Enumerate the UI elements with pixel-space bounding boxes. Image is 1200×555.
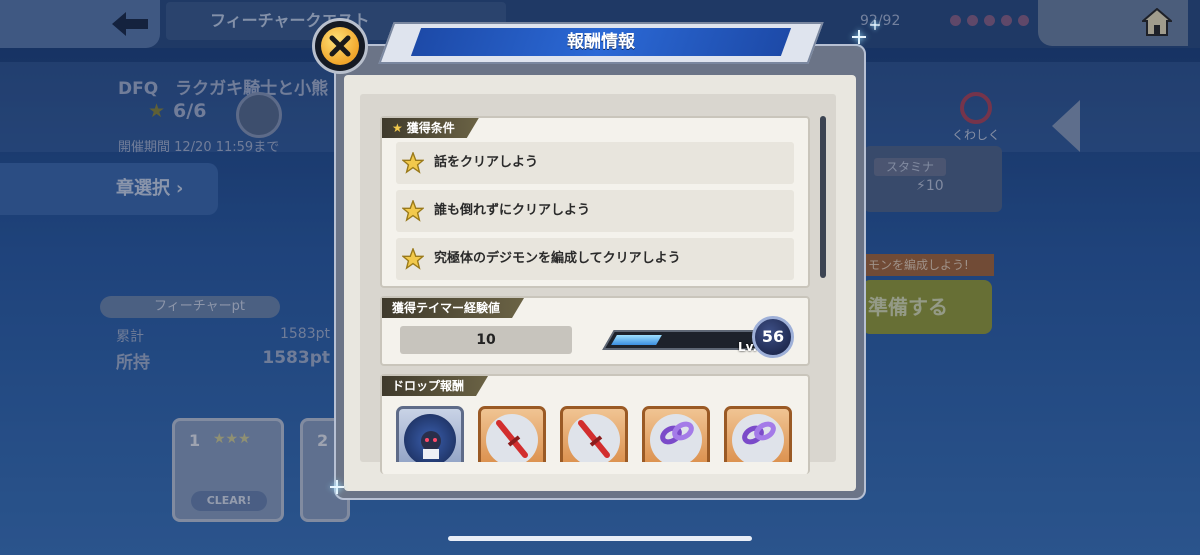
sparkle-icon [852,30,866,44]
drop-item[interactable] [724,406,792,462]
exp-value: 10 [400,326,572,354]
sword-chip-icon [578,420,610,458]
scrollbar-thumb[interactable] [820,116,826,278]
star-icon [402,152,424,174]
condition-item: 誰も倒れずにクリアしよう [396,190,794,232]
close-button[interactable] [312,18,368,74]
drop-reward-list [390,400,802,462]
dialog-title: 報酬情報 [567,32,635,52]
drop-item[interactable] [396,406,464,462]
star-icon [402,248,424,270]
drop-header: ドロップ報酬 [382,376,488,396]
condition-item: 話をクリアしよう [396,142,794,184]
level-badge: 56 [752,316,794,358]
drop-item[interactable] [560,406,628,462]
drop-item[interactable] [642,406,710,462]
chain-chip-icon [660,421,694,445]
sparkle-icon [330,480,344,494]
chain-chip-icon [742,421,776,445]
sparkle-icon [870,20,880,30]
exp-progress-fill [611,335,662,345]
conditions-header: ★ 獲得条件 [382,118,479,138]
star-icon: ★ [392,121,403,135]
condition-item: 究極体のデジモンを編成してクリアしよう [396,238,794,280]
drop-item[interactable] [478,406,546,462]
dialog-title-bar: 報酬情報 [378,22,824,64]
home-indicator[interactable] [448,536,752,541]
star-icon [402,200,424,222]
digimon-portrait-icon [421,431,441,459]
exp-header: 獲得テイマー経験値 [382,298,524,318]
close-icon [329,35,351,57]
sword-chip-icon [496,420,528,458]
